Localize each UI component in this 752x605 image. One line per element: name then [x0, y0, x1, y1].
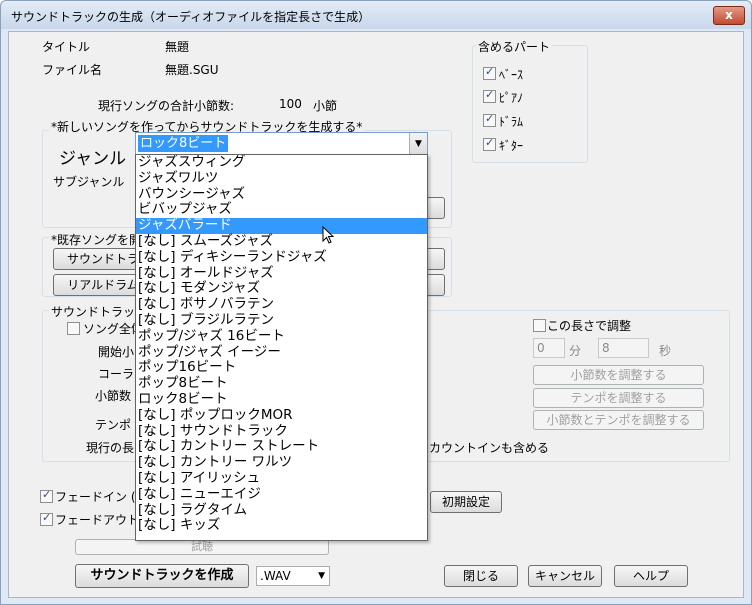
- genre-option[interactable]: ポップ/ジャズ イージー: [136, 344, 427, 361]
- help-button[interactable]: ヘルプ: [614, 565, 688, 587]
- title-label: タイトル: [42, 40, 91, 54]
- genre-option[interactable]: [なし] ブラジルラテン: [136, 312, 427, 329]
- subgenre-label: サブジャンル: [53, 175, 125, 189]
- minutes-input[interactable]: 0: [533, 338, 565, 358]
- adjust-both-button[interactable]: 小節数とテンポを調整する: [533, 410, 704, 430]
- total-bars-unit: 小節: [313, 99, 338, 113]
- genre-option[interactable]: [なし] スムーズジャズ: [136, 233, 427, 250]
- genre-option[interactable]: [なし] カントリー ストレート: [136, 439, 427, 455]
- new-song-generate-button[interactable]: [425, 197, 445, 219]
- file-label: ファイル名: [42, 63, 103, 77]
- close-icon: x: [725, 8, 733, 22]
- preview-button[interactable]: 試聴: [75, 539, 329, 555]
- genre-option[interactable]: バウンシージャズ: [136, 186, 427, 203]
- title-value: 無題: [165, 40, 190, 54]
- format-value: .WAV: [260, 569, 291, 583]
- close-window-button[interactable]: x: [713, 6, 745, 25]
- adjust-tempo-button[interactable]: テンポを調整する: [533, 388, 704, 408]
- genre-dropdown-button[interactable]: ▼: [409, 133, 427, 155]
- whole-song-label: ソング全体: [83, 322, 144, 336]
- total-bars-label: 現行ソングの合計小節数:: [98, 99, 235, 113]
- fade-in-label: フェードイン (秒: [55, 490, 148, 504]
- genre-option[interactable]: [なし] ポップロックMOR: [136, 407, 427, 424]
- bars-label: 小節数: [95, 389, 132, 403]
- genre-option[interactable]: [なし] アイリッシュ: [136, 470, 427, 487]
- file-value: 無題.SGU: [165, 63, 219, 77]
- adjust-length-label: この長さで調整: [547, 319, 632, 333]
- part-guitar-checkbox[interactable]: [483, 136, 496, 151]
- cancel-button[interactable]: キャンセル: [528, 565, 602, 587]
- parts-heading: 含めるパート: [476, 38, 553, 55]
- fade-in-checkbox[interactable]: [40, 488, 53, 503]
- close-button[interactable]: 閉じる: [444, 565, 518, 587]
- genre-combobox[interactable]: ロック8ビート ▼: [135, 132, 428, 156]
- seconds-input[interactable]: 8: [598, 338, 649, 358]
- genre-selected-value: ロック8ビート: [138, 135, 229, 152]
- format-select[interactable]: .WAV ▼: [256, 566, 330, 586]
- chevron-down-icon: ▼: [318, 571, 325, 581]
- genre-label: ジャンル: [59, 149, 127, 169]
- genre-option[interactable]: [なし] モダンジャズ: [136, 281, 427, 297]
- existing-song-heading: *既存ソングを開: [49, 231, 144, 248]
- title-bar[interactable]: サウンドトラックの生成（オーディオファイルを指定長さで生成） x: [1, 1, 751, 29]
- existing-browse-button[interactable]: [425, 248, 445, 270]
- genre-option[interactable]: [なし] ラグタイム: [136, 502, 427, 519]
- part-drums-label: ﾄﾞﾗﾑ: [499, 115, 524, 129]
- genre-option[interactable]: [なし] ニューエイジ: [136, 486, 427, 503]
- adjust-bars-button[interactable]: 小節数を調整する: [533, 365, 704, 385]
- genre-option[interactable]: [なし] ディキシーランドジャズ: [136, 249, 427, 266]
- genre-option[interactable]: [なし] オールドジャズ: [136, 265, 427, 282]
- genre-option[interactable]: [なし] ボサノバラテン: [136, 296, 427, 313]
- start-bar-label: 開始小: [98, 345, 135, 359]
- genre-option[interactable]: ロック8ビート: [136, 391, 427, 408]
- genre-option[interactable]: [なし] キッズ: [136, 518, 427, 534]
- create-soundtrack-button[interactable]: サウンドトラックを作成: [75, 564, 249, 588]
- existing-browse-button-2[interactable]: [425, 274, 445, 296]
- genre-option[interactable]: ポップ8ビート: [136, 375, 427, 392]
- part-bass-checkbox[interactable]: [483, 65, 496, 80]
- genre-option[interactable]: ジャズワルツ: [136, 170, 427, 187]
- genre-option[interactable]: ジャズバラード: [136, 217, 427, 234]
- part-guitar-label: ｷﾞﾀｰ: [499, 139, 524, 153]
- genre-option[interactable]: ポップ16ビート: [136, 360, 427, 376]
- genre-option[interactable]: ジャズスウィング: [136, 155, 427, 171]
- total-bars-value: 100: [279, 97, 302, 111]
- current-length-label: 現行の長: [86, 441, 135, 455]
- seconds-unit: 秒: [659, 344, 672, 358]
- genre-option[interactable]: ポップ/ジャズ 16ビート: [136, 328, 427, 345]
- fade-out-checkbox[interactable]: [40, 511, 53, 526]
- reset-defaults-button[interactable]: 初期設定: [430, 491, 502, 513]
- adjust-length-checkbox[interactable]: [533, 319, 546, 332]
- chevron-down-icon: ▼: [415, 139, 422, 149]
- mouse-pointer-icon: [322, 226, 334, 244]
- part-piano-checkbox[interactable]: [483, 88, 496, 103]
- count-in-label: カウントインも含める: [429, 441, 550, 455]
- genre-option[interactable]: [なし] サウンドトラック: [136, 423, 427, 440]
- whole-song-checkbox[interactable]: [67, 322, 80, 335]
- window-title: サウンドトラックの生成（オーディオファイルを指定長さで生成）: [11, 10, 371, 24]
- minutes-unit: 分: [569, 344, 582, 358]
- genre-option[interactable]: [なし] カントリー ワルツ: [136, 454, 427, 471]
- part-bass-label: ﾍﾞｰｽ: [499, 68, 524, 82]
- genre-dropdown-list[interactable]: ジャズスウィング ジャズワルツ バウンシージャズ ビバップジャズ ジャズバラード [なし]…: [135, 154, 428, 541]
- genre-option[interactable]: ビバップジャズ: [136, 202, 427, 218]
- part-piano-label: ﾋﾟｱﾉ: [499, 91, 524, 105]
- part-drums-checkbox[interactable]: [483, 112, 496, 127]
- tempo-label: テンポ: [95, 418, 132, 432]
